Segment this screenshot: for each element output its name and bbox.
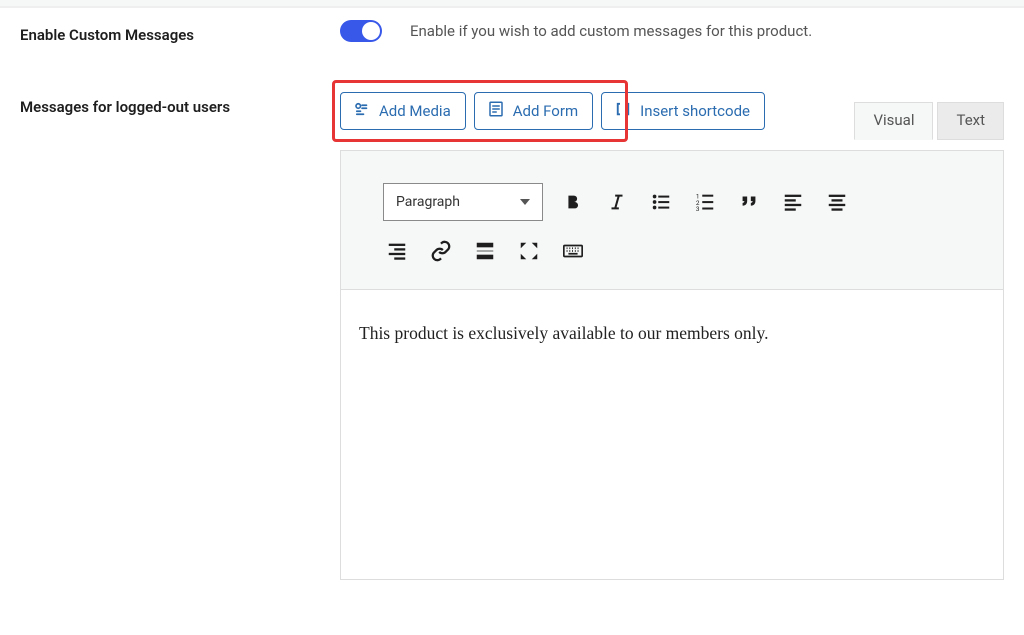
italic-button[interactable] xyxy=(603,188,631,216)
svg-text:3: 3 xyxy=(696,205,700,213)
link-button[interactable] xyxy=(427,237,455,265)
tab-text[interactable]: Text xyxy=(937,102,1004,140)
blockquote-button[interactable] xyxy=(735,188,763,216)
add-form-label: Add Form xyxy=(513,102,578,120)
messages-label: Messages for logged-out users xyxy=(20,98,230,116)
enable-description: Enable if you wish to add custom message… xyxy=(410,22,812,40)
insert-shortcode-label: Insert shortcode xyxy=(640,102,750,120)
readmore-button[interactable] xyxy=(471,237,499,265)
align-left-button[interactable] xyxy=(779,188,807,216)
add-form-button[interactable]: Add Form xyxy=(474,92,593,130)
align-center-button[interactable] xyxy=(823,188,851,216)
form-icon xyxy=(487,100,505,122)
editor-toolbar: Paragraph 123 xyxy=(340,150,1004,290)
format-select-label: Paragraph xyxy=(396,194,460,210)
editor-content[interactable]: This product is exclusively available to… xyxy=(340,290,1004,580)
fullscreen-button[interactable] xyxy=(515,237,543,265)
shortcode-icon xyxy=(614,100,632,122)
format-select[interactable]: Paragraph xyxy=(383,183,543,221)
tab-visual[interactable]: Visual xyxy=(854,102,933,140)
numbered-list-button[interactable]: 123 xyxy=(691,188,719,216)
insert-shortcode-button[interactable]: Insert shortcode xyxy=(601,92,765,130)
keyboard-button[interactable] xyxy=(559,237,587,265)
add-media-label: Add Media xyxy=(379,102,451,120)
bullet-list-button[interactable] xyxy=(647,188,675,216)
enable-toggle[interactable] xyxy=(340,20,382,42)
chevron-down-icon xyxy=(520,199,530,205)
add-media-button[interactable]: Add Media xyxy=(340,92,466,130)
media-icon xyxy=(353,100,371,122)
align-right-button[interactable] xyxy=(383,237,411,265)
bold-button[interactable] xyxy=(559,188,587,216)
enable-label: Enable Custom Messages xyxy=(20,26,194,44)
